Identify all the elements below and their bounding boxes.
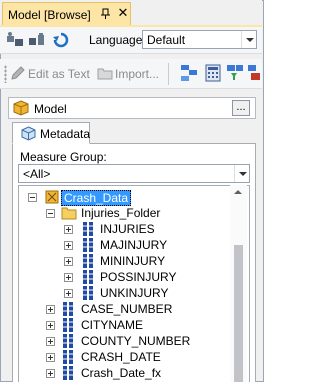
design-mode-icon[interactable] xyxy=(180,64,198,82)
tree-node-label: CASE_NUMBER xyxy=(81,302,173,316)
measure-group-label: Measure Group: xyxy=(20,150,107,164)
tab-metadata-label: Metadata xyxy=(40,127,91,141)
expand-icon[interactable] xyxy=(46,337,55,346)
import-button[interactable]: Import... xyxy=(115,67,159,81)
tree-node-label: CITYNAME xyxy=(81,318,144,332)
cube-icon xyxy=(13,100,29,116)
hierarchy-icon xyxy=(63,302,73,316)
hierarchy-icon xyxy=(63,366,73,380)
language-dropdown[interactable]: Default xyxy=(142,30,257,49)
dimension-icon[interactable] xyxy=(247,64,261,82)
hierarchy-icon xyxy=(63,318,73,332)
tree-node-label: Crash_Data xyxy=(61,190,132,206)
measure-group-dropdown[interactable]: <All> xyxy=(18,164,250,183)
scroll-thumb[interactable] xyxy=(234,245,243,382)
language-label: Language: xyxy=(89,33,146,47)
collapse-icon[interactable] xyxy=(46,209,55,218)
hierarchy-icon xyxy=(83,238,93,252)
refresh-icon[interactable] xyxy=(52,31,70,49)
window-title: Model [Browse] xyxy=(8,8,91,22)
folder-icon xyxy=(97,68,113,80)
expand-icon[interactable] xyxy=(46,305,55,314)
edit-as-text-icon xyxy=(11,66,25,80)
tree-node-label: CRASH_DATE xyxy=(81,350,161,364)
connect-icon[interactable] xyxy=(6,31,24,49)
hierarchy-icon xyxy=(63,334,73,348)
tree-node-label: UNKINJURY xyxy=(100,286,169,300)
expand-icon[interactable] xyxy=(64,241,73,250)
close-icon[interactable]: ✕ xyxy=(117,6,129,19)
metadata-icon xyxy=(21,126,36,141)
toolbar-grip[interactable] xyxy=(4,65,7,83)
expand-icon[interactable] xyxy=(64,257,73,266)
tree-node-label: Crash_Date_fx xyxy=(81,366,162,380)
hierarchy-icon xyxy=(83,270,93,284)
hierarchy-icon xyxy=(63,350,73,364)
toolbar-separator xyxy=(168,63,169,85)
model-name: Model xyxy=(34,102,67,116)
pin-icon[interactable] xyxy=(100,8,112,20)
expand-icon[interactable] xyxy=(46,321,55,330)
tree-node-label: INJURIES xyxy=(100,222,155,236)
edit-as-text-button[interactable]: Edit as Text xyxy=(28,67,90,81)
tree-node-label: POSSINJURY xyxy=(100,270,177,284)
expand-icon[interactable] xyxy=(64,225,73,234)
tab-metadata[interactable]: Metadata xyxy=(12,122,90,144)
chevron-down-icon[interactable] xyxy=(241,31,256,48)
expand-icon[interactable] xyxy=(46,369,55,378)
browse-model-button[interactable]: ... xyxy=(232,100,250,116)
expand-icon[interactable] xyxy=(64,289,73,298)
hierarchy-icon xyxy=(83,254,93,268)
chevron-down-icon[interactable] xyxy=(234,165,249,182)
tree-node-label: Injuries_Folder xyxy=(81,206,161,220)
expand-icon[interactable] xyxy=(46,353,55,362)
document-tab[interactable]: Model [Browse] ✕ xyxy=(2,2,131,25)
scroll-up-icon[interactable] xyxy=(234,190,242,194)
title-bar: Model [Browse] ✕ xyxy=(0,0,262,26)
language-value: Default xyxy=(147,33,186,47)
filter-icon[interactable] xyxy=(226,64,244,82)
expand-icon[interactable] xyxy=(64,273,73,282)
tree-node-label: MININJURY xyxy=(100,254,166,268)
hierarchy-icon xyxy=(83,222,93,236)
collapse-icon[interactable] xyxy=(28,193,37,202)
calculator-icon[interactable] xyxy=(204,64,222,82)
change-user-icon[interactable] xyxy=(28,31,46,49)
folder-icon xyxy=(61,207,77,220)
tree-node-label: COUNTY_NUMBER xyxy=(81,334,191,348)
measure-group-value: <All> xyxy=(23,167,51,181)
tree-node-label: MAJINJURY xyxy=(100,238,168,252)
model-selector[interactable]: Model xyxy=(8,97,256,119)
hierarchy-icon xyxy=(83,286,93,300)
cube-icon xyxy=(45,190,59,204)
